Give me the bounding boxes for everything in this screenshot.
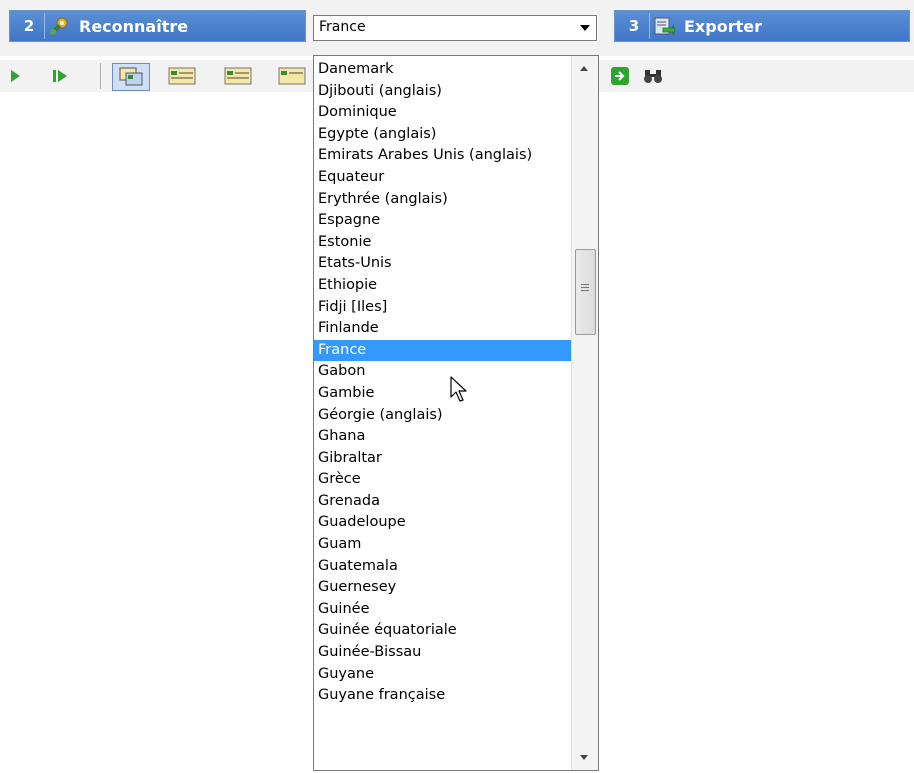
dropdown-option[interactable]: Equateur bbox=[314, 167, 572, 189]
step-number: 2 bbox=[14, 13, 45, 39]
dropdown-option[interactable]: Finlande bbox=[314, 318, 572, 340]
dropdown-option[interactable]: Danemark bbox=[314, 59, 572, 81]
form-icon[interactable] bbox=[222, 63, 254, 89]
dropdown-option[interactable]: Egypte (anglais) bbox=[314, 124, 572, 146]
dropdown-option[interactable]: Guyane bbox=[314, 664, 572, 686]
dropdown-option[interactable]: Gibraltar bbox=[314, 448, 572, 470]
dropdown-option[interactable]: Géorgie (anglais) bbox=[314, 405, 572, 427]
vertical-scrollbar[interactable] bbox=[571, 56, 598, 770]
dropdown-option[interactable]: Grenada bbox=[314, 491, 572, 513]
step-number: 3 bbox=[619, 13, 650, 39]
dropdown-option[interactable]: Emirats Arabes Unis (anglais) bbox=[314, 145, 572, 167]
dropdown-option[interactable]: Ethiopie bbox=[314, 275, 572, 297]
dropdown-option[interactable]: Guam bbox=[314, 534, 572, 556]
dropdown-option[interactable]: France bbox=[314, 339, 572, 362]
dropdown-option[interactable]: Guernesey bbox=[314, 577, 572, 599]
step-label: Exporter bbox=[684, 16, 762, 36]
dropdown-option[interactable]: Guinée équatoriale bbox=[314, 620, 572, 642]
dropdown-option[interactable]: Guatemala bbox=[314, 556, 572, 578]
language-select[interactable]: France bbox=[313, 15, 597, 41]
next-arrow-icon[interactable] bbox=[608, 63, 632, 89]
form-icon[interactable] bbox=[276, 63, 308, 89]
dropdown-option[interactable]: Ghana bbox=[314, 426, 572, 448]
dropdown-option[interactable]: Etats-Unis bbox=[314, 253, 572, 275]
language-dropdown-list[interactable]: Danemark Djibouti (anglais) Dominique Egypt… bbox=[313, 55, 599, 771]
dropdown-option[interactable]: Grèce bbox=[314, 469, 572, 491]
form-icon[interactable] bbox=[166, 63, 198, 89]
dropdown-option[interactable]: Guyane française bbox=[314, 685, 572, 707]
step-export-button[interactable]: 3 Exporter bbox=[614, 10, 910, 42]
chevron-down-icon[interactable] bbox=[580, 25, 590, 31]
dropdown-option[interactable]: Gambie bbox=[314, 383, 572, 405]
scroll-down-icon[interactable] bbox=[580, 755, 588, 760]
dropdown-option[interactable]: Gabon bbox=[314, 361, 572, 383]
scroll-thumb[interactable] bbox=[575, 249, 596, 335]
header-bar: 2 Reconnaître France 3 Exporter bbox=[0, 0, 914, 56]
dropdown-option[interactable]: Dominique bbox=[314, 102, 572, 124]
grip-icon bbox=[581, 284, 589, 285]
dropdown-option[interactable]: Guinée-Bissau bbox=[314, 642, 572, 664]
export-icon bbox=[650, 13, 678, 39]
dropdown-option[interactable]: Erythrée (anglais) bbox=[314, 189, 572, 211]
option-list: Danemark Djibouti (anglais) Dominique Egypt… bbox=[314, 59, 572, 707]
toolbar-divider bbox=[100, 63, 101, 89]
step-recognize-button[interactable]: 2 Reconnaître bbox=[9, 10, 306, 42]
binoculars-icon[interactable] bbox=[640, 63, 666, 89]
dropdown-option[interactable]: Fidji [Iles] bbox=[314, 297, 572, 319]
layout-icon[interactable] bbox=[112, 63, 150, 91]
selected-value: France bbox=[319, 19, 366, 35]
dropdown-option[interactable]: Guadeloupe bbox=[314, 512, 572, 534]
mouse-cursor-icon bbox=[450, 376, 470, 408]
play-icon[interactable] bbox=[4, 63, 26, 89]
scroll-up-icon[interactable] bbox=[580, 66, 588, 71]
dropdown-option[interactable]: Guinée bbox=[314, 599, 572, 621]
play-next-icon[interactable] bbox=[48, 63, 72, 89]
dropdown-option[interactable]: Espagne bbox=[314, 210, 572, 232]
dropdown-option[interactable]: Djibouti (anglais) bbox=[314, 81, 572, 103]
gear-wand-icon bbox=[45, 13, 73, 39]
step-label: Reconnaître bbox=[79, 16, 189, 36]
dropdown-option[interactable]: Estonie bbox=[314, 232, 572, 254]
